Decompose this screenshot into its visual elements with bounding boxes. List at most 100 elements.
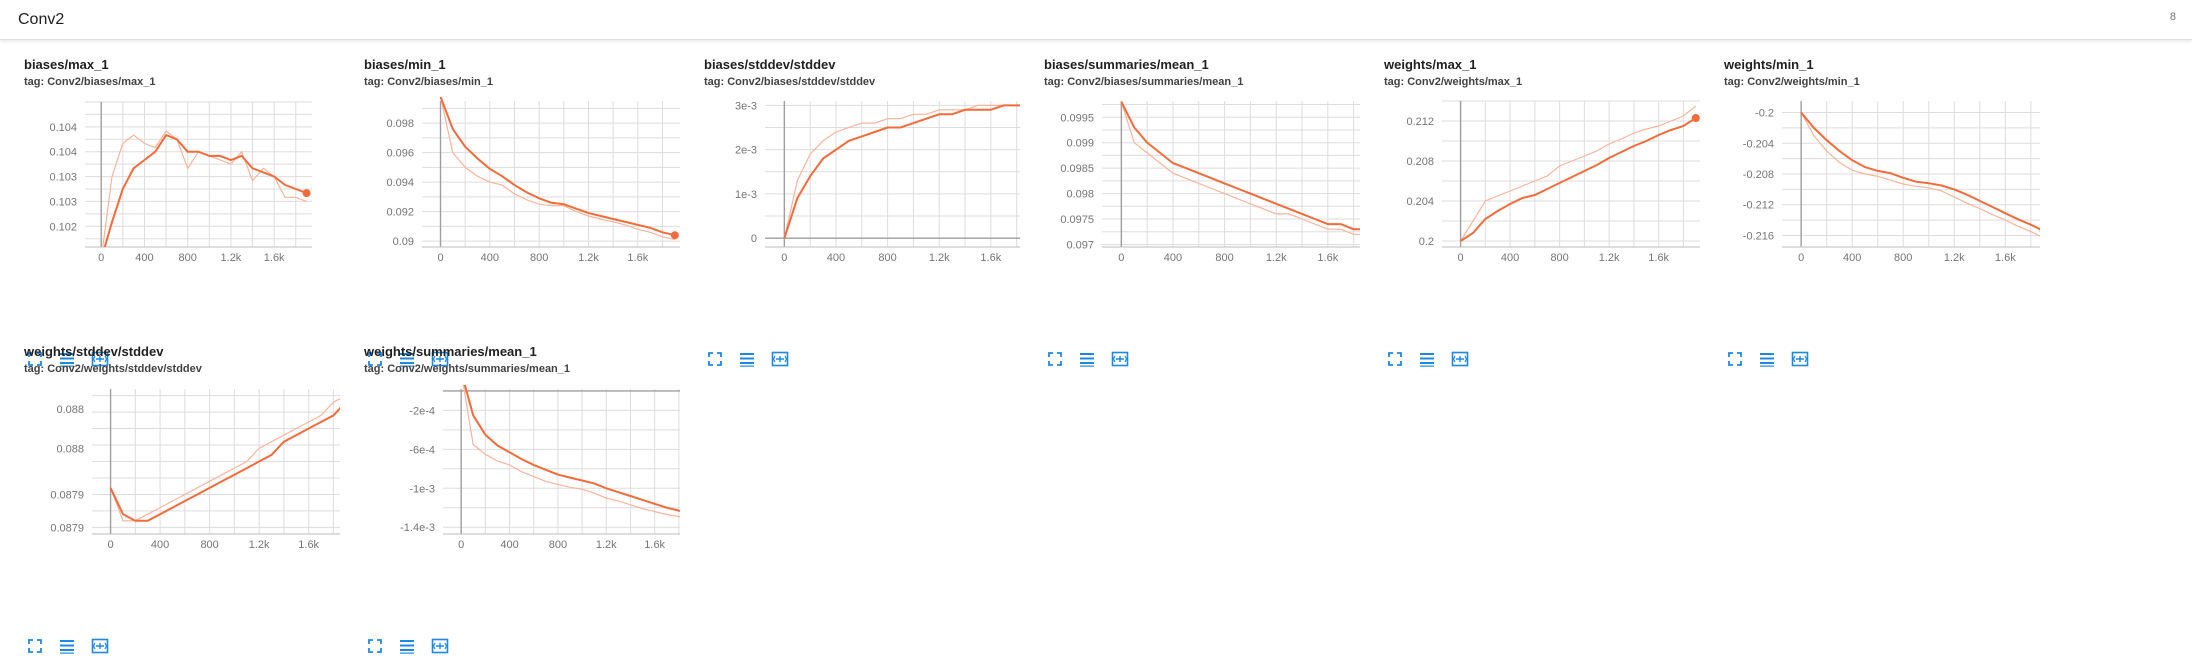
y-tick-label: 0.212 [1406, 116, 1434, 128]
x-tick-label: 1.2k [596, 539, 617, 551]
toggle-data-button[interactable] [1416, 348, 1438, 370]
x-tick-label: 1.6k [980, 252, 1001, 264]
chart-tag: tag: Conv2/weights/summaries/mean_1 [364, 363, 570, 375]
chart-title: biases/stddev/stddev [704, 57, 836, 72]
toggle-data-button[interactable] [396, 635, 418, 657]
x-tick-label: 400 [481, 252, 499, 264]
x-tick-label: 0 [108, 539, 114, 551]
x-tick-label: 800 [549, 539, 567, 551]
line-chart[interactable]: 04008001.2k1.6k0.0970.09750.0980.09850.0… [1020, 90, 1360, 290]
group-header[interactable]: Conv2 8 [0, 0, 2192, 40]
y-tick-label: 0.0985 [1060, 163, 1094, 175]
fullscreen-icon [1724, 348, 1746, 370]
fullscreen-button[interactable] [24, 635, 46, 657]
fit-domain-button[interactable] [89, 635, 111, 657]
x-tick-label: 1.6k [627, 252, 648, 264]
fullscreen-button[interactable] [364, 635, 386, 657]
x-tick-label: 800 [530, 252, 548, 264]
fit-domain-icon [429, 635, 451, 657]
y-tick-label: 0.104 [49, 147, 77, 159]
smoothed-series-line [461, 377, 680, 514]
y-tick-label: -0.204 [1743, 138, 1774, 150]
x-tick-label: 1.2k [1266, 252, 1287, 264]
x-tick-label: 0 [98, 252, 104, 264]
chart-title: biases/min_1 [364, 57, 446, 72]
x-tick-label: 0 [781, 252, 787, 264]
y-tick-label: 0.094 [386, 177, 414, 189]
line-chart[interactable]: 04008001.2k1.6k0.1020.1030.1030.1040.104 [0, 90, 340, 290]
y-tick-label: 0.0995 [1060, 112, 1094, 124]
y-tick-label: 3e-3 [735, 100, 757, 112]
fit-domain-button[interactable] [1789, 348, 1811, 370]
y-tick-label: -1e-3 [409, 483, 435, 495]
fullscreen-button[interactable] [1724, 348, 1746, 370]
line-chart[interactable]: 04008001.2k1.6k-0.2-0.204-0.208-0.212-0.… [1700, 90, 2040, 290]
fit-domain-button[interactable] [1449, 348, 1471, 370]
y-tick-label: 0.2 [1419, 236, 1434, 248]
line-chart[interactable]: 04008001.2k1.6k0.20.2040.2080.212 [1360, 90, 1700, 290]
list-icon [396, 635, 418, 657]
x-tick-label: 800 [878, 252, 896, 264]
toggle-data-button[interactable] [56, 635, 78, 657]
x-tick-label: 1.6k [644, 539, 665, 551]
list-icon [736, 348, 758, 370]
chart-card: weights/stddev/stddevtag: Conv2/weights/… [0, 327, 340, 607]
x-tick-label: 400 [1843, 252, 1861, 264]
chart-grid-lines [85, 102, 312, 247]
x-tick-label: 800 [1550, 252, 1568, 264]
x-tick-label: 800 [1894, 252, 1912, 264]
y-tick-label: 0.208 [1406, 156, 1434, 168]
y-tick-label: 0.099 [1066, 138, 1094, 150]
fit-domain-icon [89, 635, 111, 657]
line-chart[interactable]: 04008001.2k1.6k01e-32e-33e-3 [680, 90, 1020, 290]
y-tick-label: -0.212 [1743, 200, 1774, 212]
x-tick-label: 0 [1458, 252, 1464, 264]
raw-series-line [111, 396, 340, 521]
y-tick-label: -0.216 [1743, 230, 1774, 242]
fit-domain-button[interactable] [1109, 348, 1131, 370]
toggle-data-button[interactable] [736, 348, 758, 370]
chart-tag: tag: Conv2/biases/summaries/mean_1 [1044, 76, 1243, 88]
y-tick-label: 0.09 [393, 236, 414, 248]
fit-domain-button[interactable] [429, 635, 451, 657]
y-tick-label: 0.098 [1066, 189, 1094, 201]
fullscreen-icon [364, 635, 386, 657]
y-tick-label: -1.4e-3 [400, 522, 435, 534]
toggle-data-button[interactable] [1076, 348, 1098, 370]
smoothed-series-line [1801, 113, 2040, 231]
x-tick-label: 1.2k [929, 252, 950, 264]
x-tick-label: 1.6k [264, 252, 285, 264]
list-icon [1416, 348, 1438, 370]
fullscreen-icon [704, 348, 726, 370]
chart-tag: tag: Conv2/biases/stddev/stddev [704, 76, 875, 88]
x-tick-label: 400 [135, 252, 153, 264]
smoothed-series-line [1461, 118, 1696, 241]
x-tick-label: 400 [1501, 252, 1519, 264]
chart-card: weights/min_1tag: Conv2/weights/min_1040… [1700, 40, 2040, 320]
chart-card: biases/summaries/mean_1tag: Conv2/biases… [1020, 40, 1360, 320]
fit-domain-button[interactable] [769, 348, 791, 370]
x-tick-label: 0 [458, 539, 464, 551]
line-chart[interactable]: 04008001.2k1.6k0.090.0920.0940.0960.098 [340, 90, 680, 290]
y-tick-label: 0.204 [1406, 196, 1434, 208]
x-tick-label: 1.2k [578, 252, 599, 264]
group-count: 8 [2170, 11, 2176, 23]
y-tick-label: 0.0975 [1060, 214, 1094, 226]
toggle-data-button[interactable] [1756, 348, 1778, 370]
fullscreen-button[interactable] [1384, 348, 1406, 370]
last-point-marker [303, 189, 311, 197]
line-chart[interactable]: 04008001.2k1.6k0.08790.08790.0880.088 [0, 377, 340, 577]
chart-grid-lines [765, 101, 1020, 247]
x-tick-label: 400 [500, 539, 518, 551]
raw-series-line [461, 377, 680, 518]
fullscreen-button[interactable] [1044, 348, 1066, 370]
fit-domain-icon [1449, 348, 1471, 370]
x-tick-label: 400 [827, 252, 845, 264]
line-chart[interactable]: 04008001.2k1.6k-2e-4-6e-4-1e-3-1.4e-3 [340, 377, 680, 577]
y-tick-label: 0.097 [1066, 239, 1094, 251]
x-tick-label: 400 [1164, 252, 1182, 264]
x-tick-label: 0 [1798, 252, 1804, 264]
list-icon [1076, 348, 1098, 370]
fullscreen-button[interactable] [704, 348, 726, 370]
x-tick-label: 1.6k [1648, 252, 1669, 264]
